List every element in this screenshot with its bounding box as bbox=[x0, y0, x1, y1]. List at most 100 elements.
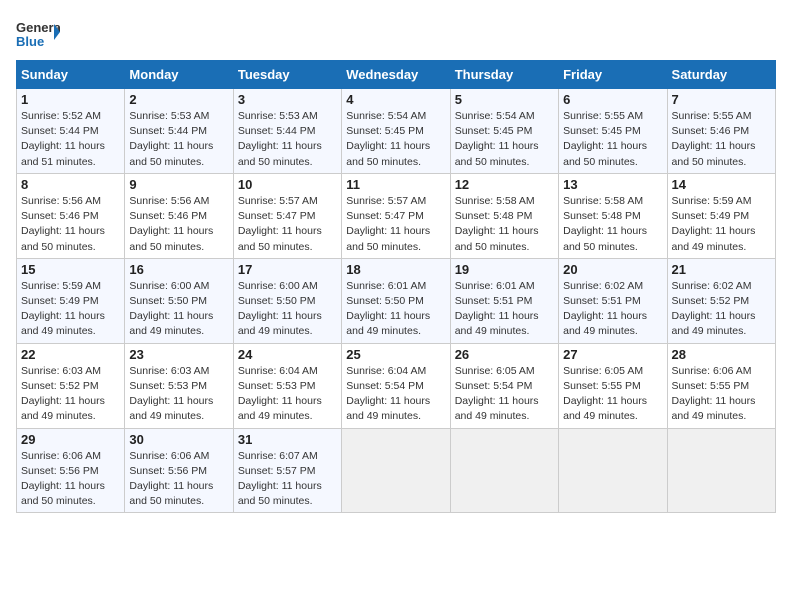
calendar-cell: 27 Sunrise: 6:05 AM Sunset: 5:55 PM Dayli… bbox=[559, 343, 667, 428]
day-info: Sunrise: 5:54 AM Sunset: 5:45 PM Dayligh… bbox=[346, 109, 445, 170]
day-number: 13 bbox=[563, 177, 662, 192]
day-number: 17 bbox=[238, 262, 337, 277]
calendar-week-row: 22Sunrise: 6:03 AM Sunset: 5:52 PM Dayli… bbox=[17, 343, 776, 428]
day-info: Sunrise: 5:59 AM Sunset: 5:49 PM Dayligh… bbox=[672, 194, 771, 255]
calendar-body: 1 Sunrise: 5:52 AM Sunset: 5:44 PM Daylig… bbox=[17, 89, 776, 513]
day-info: Sunrise: 6:04 AM Sunset: 5:53 PM Dayligh… bbox=[238, 364, 337, 425]
calendar-cell: 21 Sunrise: 6:02 AM Sunset: 5:52 PM Dayli… bbox=[667, 258, 775, 343]
calendar-cell: 18Sunrise: 6:01 AM Sunset: 5:50 PM Dayli… bbox=[342, 258, 450, 343]
day-info: Sunrise: 5:56 AM Sunset: 5:46 PM Dayligh… bbox=[129, 194, 228, 255]
calendar-cell: 1 Sunrise: 5:52 AM Sunset: 5:44 PM Daylig… bbox=[17, 89, 125, 174]
calendar-cell: 10 Sunrise: 5:57 AM Sunset: 5:47 PM Dayli… bbox=[233, 173, 341, 258]
calendar-cell bbox=[342, 428, 450, 513]
calendar-cell: 7 Sunrise: 5:55 AM Sunset: 5:46 PM Daylig… bbox=[667, 89, 775, 174]
page-header: General Blue bbox=[16, 16, 776, 52]
column-header-thursday: Thursday bbox=[450, 61, 558, 89]
column-header-friday: Friday bbox=[559, 61, 667, 89]
day-info: Sunrise: 6:01 AM Sunset: 5:50 PM Dayligh… bbox=[346, 279, 445, 340]
calendar-cell: 25Sunrise: 6:04 AM Sunset: 5:54 PM Dayli… bbox=[342, 343, 450, 428]
day-info: Sunrise: 5:55 AM Sunset: 5:45 PM Dayligh… bbox=[563, 109, 662, 170]
calendar-cell: 8Sunrise: 5:56 AM Sunset: 5:46 PM Daylig… bbox=[17, 173, 125, 258]
day-info: Sunrise: 6:01 AM Sunset: 5:51 PM Dayligh… bbox=[455, 279, 554, 340]
day-number: 5 bbox=[455, 92, 554, 107]
logo-icon: General Blue bbox=[16, 16, 60, 52]
day-info: Sunrise: 5:52 AM Sunset: 5:44 PM Dayligh… bbox=[21, 109, 120, 170]
calendar-cell: 28Sunrise: 6:06 AM Sunset: 5:55 PM Dayli… bbox=[667, 343, 775, 428]
day-info: Sunrise: 5:54 AM Sunset: 5:45 PM Dayligh… bbox=[455, 109, 554, 170]
day-info: Sunrise: 6:07 AM Sunset: 5:57 PM Dayligh… bbox=[238, 449, 337, 510]
day-number: 23 bbox=[129, 347, 228, 362]
day-info: Sunrise: 6:02 AM Sunset: 5:52 PM Dayligh… bbox=[672, 279, 771, 340]
day-number: 29 bbox=[21, 432, 120, 447]
calendar-cell bbox=[450, 428, 558, 513]
calendar-week-row: 15 Sunrise: 5:59 AM Sunset: 5:49 PM Dayli… bbox=[17, 258, 776, 343]
day-number: 14 bbox=[672, 177, 771, 192]
day-info: Sunrise: 5:57 AM Sunset: 5:47 PM Dayligh… bbox=[346, 194, 445, 255]
calendar-week-row: 1 Sunrise: 5:52 AM Sunset: 5:44 PM Daylig… bbox=[17, 89, 776, 174]
day-number: 31 bbox=[238, 432, 337, 447]
calendar-week-row: 8 Sunrise: 5:56 AM Sunset: 5:46 PM Daylig… bbox=[17, 173, 776, 258]
calendar-cell: 4 Sunrise: 5:54 AM Sunset: 5:45 PM Daylig… bbox=[342, 89, 450, 174]
day-info: Sunrise: 5:58 AM Sunset: 5:48 PM Dayligh… bbox=[455, 194, 554, 255]
day-number: 15 bbox=[21, 262, 120, 277]
calendar-cell: 13 Sunrise: 5:58 AM Sunset: 5:48 PM Dayli… bbox=[559, 173, 667, 258]
day-number: 30 bbox=[129, 432, 228, 447]
calendar-cell: 2Sunrise: 5:53 AM Sunset: 5:44 PM Daylig… bbox=[125, 89, 233, 174]
calendar-cell: 11 Sunrise: 5:57 AM Sunset: 5:47 PM Dayli… bbox=[342, 173, 450, 258]
column-header-monday: Monday bbox=[125, 61, 233, 89]
calendar-cell: 12 Sunrise: 5:58 AM Sunset: 5:48 PM Dayli… bbox=[450, 173, 558, 258]
day-number: 8 bbox=[21, 177, 120, 192]
day-info: Sunrise: 6:06 AM Sunset: 5:56 PM Dayligh… bbox=[21, 449, 120, 510]
calendar-cell: 14 Sunrise: 5:59 AM Sunset: 5:49 PM Dayli… bbox=[667, 173, 775, 258]
day-number: 4 bbox=[346, 92, 445, 107]
logo: General Blue bbox=[16, 16, 64, 52]
day-number: 26 bbox=[455, 347, 554, 362]
calendar-cell: 30 Sunrise: 6:06 AM Sunset: 5:56 PM Dayli… bbox=[125, 428, 233, 513]
calendar-cell: 29 Sunrise: 6:06 AM Sunset: 5:56 PM Dayli… bbox=[17, 428, 125, 513]
day-number: 22 bbox=[21, 347, 120, 362]
column-header-tuesday: Tuesday bbox=[233, 61, 341, 89]
day-number: 1 bbox=[21, 92, 120, 107]
day-info: Sunrise: 5:59 AM Sunset: 5:49 PM Dayligh… bbox=[21, 279, 120, 340]
calendar-week-row: 29 Sunrise: 6:06 AM Sunset: 5:56 PM Dayli… bbox=[17, 428, 776, 513]
calendar-cell: 15 Sunrise: 5:59 AM Sunset: 5:49 PM Dayli… bbox=[17, 258, 125, 343]
day-number: 11 bbox=[346, 177, 445, 192]
calendar-table: SundayMondayTuesdayWednesdayThursdayFrid… bbox=[16, 60, 776, 513]
calendar-cell: 22Sunrise: 6:03 AM Sunset: 5:52 PM Dayli… bbox=[17, 343, 125, 428]
day-info: Sunrise: 5:55 AM Sunset: 5:46 PM Dayligh… bbox=[672, 109, 771, 170]
day-number: 10 bbox=[238, 177, 337, 192]
calendar-cell: 20Sunrise: 6:02 AM Sunset: 5:51 PM Dayli… bbox=[559, 258, 667, 343]
day-number: 6 bbox=[563, 92, 662, 107]
day-info: Sunrise: 6:06 AM Sunset: 5:56 PM Dayligh… bbox=[129, 449, 228, 510]
day-number: 20 bbox=[563, 262, 662, 277]
column-header-sunday: Sunday bbox=[17, 61, 125, 89]
calendar-header-row: SundayMondayTuesdayWednesdayThursdayFrid… bbox=[17, 61, 776, 89]
day-info: Sunrise: 6:03 AM Sunset: 5:53 PM Dayligh… bbox=[129, 364, 228, 425]
calendar-cell: 31 Sunrise: 6:07 AM Sunset: 5:57 PM Dayli… bbox=[233, 428, 341, 513]
calendar-cell: 17 Sunrise: 6:00 AM Sunset: 5:50 PM Dayli… bbox=[233, 258, 341, 343]
day-info: Sunrise: 6:05 AM Sunset: 5:55 PM Dayligh… bbox=[563, 364, 662, 425]
day-number: 3 bbox=[238, 92, 337, 107]
day-info: Sunrise: 6:04 AM Sunset: 5:54 PM Dayligh… bbox=[346, 364, 445, 425]
day-number: 19 bbox=[455, 262, 554, 277]
calendar-cell: 26Sunrise: 6:05 AM Sunset: 5:54 PM Dayli… bbox=[450, 343, 558, 428]
svg-text:Blue: Blue bbox=[16, 34, 44, 49]
calendar-cell: 6 Sunrise: 5:55 AM Sunset: 5:45 PM Daylig… bbox=[559, 89, 667, 174]
day-info: Sunrise: 5:58 AM Sunset: 5:48 PM Dayligh… bbox=[563, 194, 662, 255]
calendar-cell: 3 Sunrise: 5:53 AM Sunset: 5:44 PM Daylig… bbox=[233, 89, 341, 174]
day-number: 21 bbox=[672, 262, 771, 277]
column-header-saturday: Saturday bbox=[667, 61, 775, 89]
day-info: Sunrise: 6:00 AM Sunset: 5:50 PM Dayligh… bbox=[129, 279, 228, 340]
day-info: Sunrise: 5:53 AM Sunset: 5:44 PM Dayligh… bbox=[238, 109, 337, 170]
calendar-cell: 19 Sunrise: 6:01 AM Sunset: 5:51 PM Dayli… bbox=[450, 258, 558, 343]
day-info: Sunrise: 6:00 AM Sunset: 5:50 PM Dayligh… bbox=[238, 279, 337, 340]
calendar-cell bbox=[667, 428, 775, 513]
calendar-cell: 5 Sunrise: 5:54 AM Sunset: 5:45 PM Daylig… bbox=[450, 89, 558, 174]
day-info: Sunrise: 5:57 AM Sunset: 5:47 PM Dayligh… bbox=[238, 194, 337, 255]
svg-text:General: General bbox=[16, 20, 60, 35]
day-number: 16 bbox=[129, 262, 228, 277]
day-number: 12 bbox=[455, 177, 554, 192]
calendar-cell: 23 Sunrise: 6:03 AM Sunset: 5:53 PM Dayli… bbox=[125, 343, 233, 428]
day-number: 7 bbox=[672, 92, 771, 107]
day-number: 27 bbox=[563, 347, 662, 362]
